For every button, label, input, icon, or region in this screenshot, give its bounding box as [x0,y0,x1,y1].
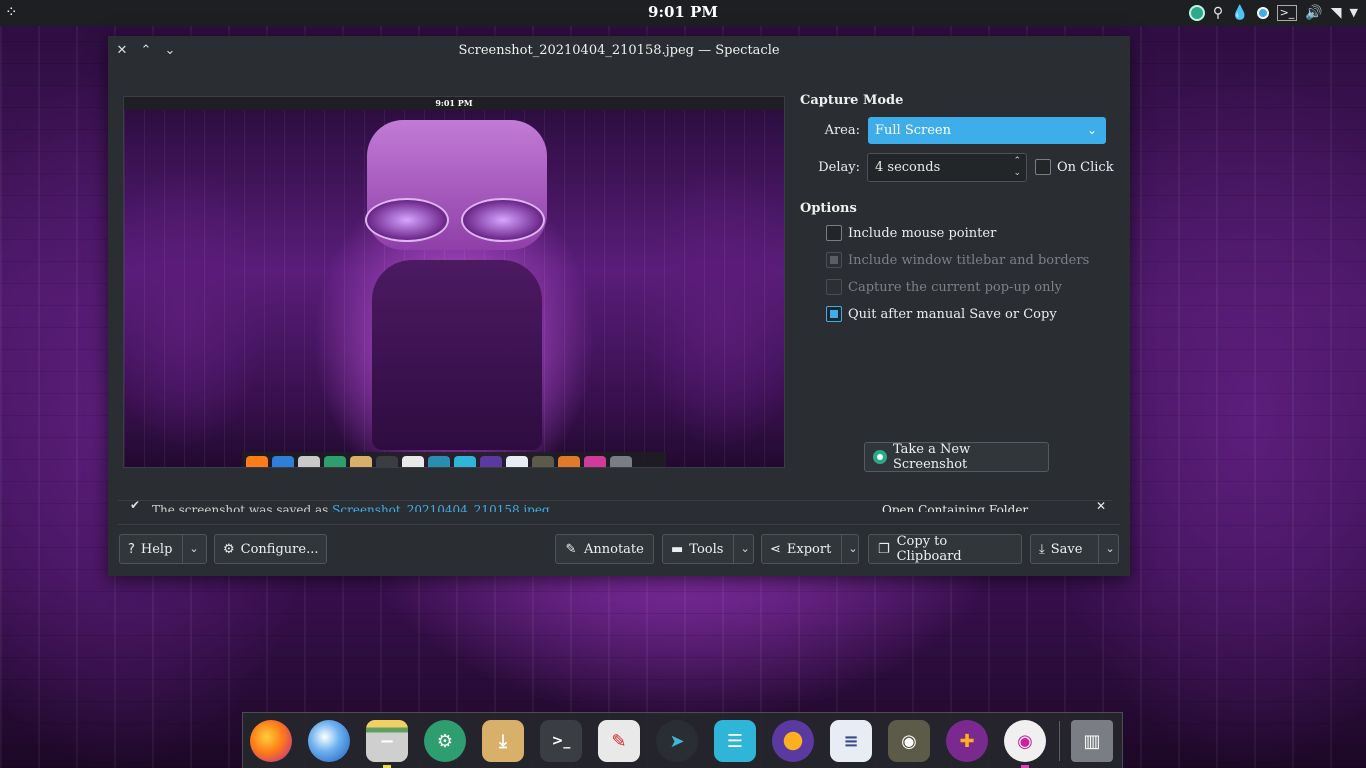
area-value: Full Screen [875,123,952,138]
terminal-icon[interactable]: >_ [1276,5,1298,21]
droplet-icon[interactable]: 💧 [1231,3,1248,23]
window-titlebar[interactable]: ✕ ⌃ ⌄ Screenshot_20210404_210158.jpeg — … [108,36,1130,66]
annotate-label: Annotate [584,541,644,557]
close-message-icon[interactable]: ✕ [1096,501,1106,512]
area-combobox[interactable]: Full Screen ⌄ [868,117,1106,144]
system-tray: ⚲ 💧 >_ 🔊 ◥ ▼ [1188,3,1358,23]
chevron-down-icon[interactable]: ⌄ [182,534,199,564]
add-plus-icon[interactable]: ✚ [946,720,988,762]
dock-separator [1059,721,1060,761]
tools-label: Tools [689,541,724,557]
top-panel: ⁘ 9:01 PM ⚲ 💧 >_ 🔊 ◥ ▼ [0,0,1366,26]
capture-mode-title: Capture Mode [800,93,904,108]
spectacle-icon [873,450,887,464]
gimp-icon[interactable]: ◉ [888,720,930,762]
preview-dock [242,452,666,467]
terminal-icon[interactable]: >_ [540,720,582,762]
figure-glasses [361,198,551,244]
copy-label: Copy to Clipboard [896,534,962,564]
configure-label: Configure... [240,541,319,557]
eye-icon[interactable]: ◉ [1004,720,1046,762]
quit-after-save-label[interactable]: Quit after manual Save or Copy [848,307,1057,322]
options-title: Options [800,201,857,216]
dock: − ⚙ ⤓ >_ ✎ ➤ ☰ ≡ ◉ ✚ ◉ ▥ [242,712,1123,768]
chevron-down-icon[interactable]: ⌄ [841,534,858,564]
spectacle-window: ✕ ⌃ ⌄ Screenshot_20210404_210158.jpeg — … [108,36,1130,576]
telegram-icon[interactable]: ➤ [656,720,698,762]
panel-menu-icon[interactable]: ▼ [1350,3,1358,23]
include-titlebar-label: Include window titlebar and borders [848,253,1090,268]
download-icon: ⤓ [1039,541,1045,557]
volume-icon[interactable]: 🔊 [1305,3,1322,23]
capture-popup-checkbox [826,279,842,295]
document-edit-icon[interactable]: ✎ [598,720,640,762]
tools-button[interactable]: ▬ Tools ⌄ [662,534,754,564]
delay-value: 4 seconds [875,160,941,175]
preview-clock: 9:01 PM [435,98,473,108]
include-titlebar-checkbox [826,252,842,268]
text-document-icon[interactable]: ≡ [830,720,872,762]
take-new-screenshot-label: Take a New Screenshot [893,442,971,472]
pencil-icon: ✎ [565,541,577,557]
chevron-down-icon[interactable]: ⌄ [733,534,750,564]
share-icon: ⋖ [770,541,781,557]
trash-icon[interactable]: ▥ [1071,720,1113,762]
toolbox-icon: ▬ [671,541,684,557]
chevron-down-icon[interactable]: ⌄ [1098,534,1115,564]
screenshot-preview[interactable]: 9:01 PM [123,96,785,468]
spin-arrows-icon[interactable]: ⌃ ⌄ [1013,155,1021,179]
spectacle-icon[interactable] [1188,5,1205,21]
figure-body [372,260,542,450]
take-new-screenshot-button[interactable]: Take a New Screenshot [864,442,1049,472]
delay-spinbox[interactable]: 4 seconds ⌃ ⌄ [867,153,1027,182]
panel-clock[interactable]: 9:01 PM [0,3,1366,21]
annotate-button[interactable]: ✎ Annotate [555,534,654,564]
window-title: Screenshot_20210404_210158.jpeg — Specta… [458,43,780,58]
help-icon: ? [128,541,135,557]
saved-message: ✔ The screenshot was saved as Screenshot… [118,500,1112,512]
save-button[interactable]: ⤓ Save ⌄ [1030,534,1119,564]
saved-file-link[interactable]: Screenshot_20210404_210158.jpeg [332,503,549,512]
checkmark-icon: ✔ [130,500,141,512]
include-mouse-pointer-label[interactable]: Include mouse pointer [848,226,996,241]
system-settings-icon[interactable]: ⚙ [424,720,466,762]
on-click-checkbox[interactable] [1035,159,1051,175]
chat-icon[interactable]: ☰ [714,720,756,762]
capture-popup-label: Capture the current pop-up only [848,280,1062,295]
chevron-down-icon: ⌄ [1086,123,1097,137]
help-button[interactable]: ? Help ⌄ [119,534,207,564]
open-containing-folder-button[interactable]: Open Containing Folder [882,503,1028,512]
delay-label: Delay: [818,160,860,175]
app-bird-icon[interactable] [772,720,814,762]
network-wifi-icon[interactable]: ◥ [1331,3,1342,23]
copy-icon: ❐ [877,541,890,557]
preview-panel: 9:01 PM [124,97,784,110]
area-label: Area: [824,123,860,138]
search-icon[interactable]: ⚲ [1213,3,1223,23]
export-label: Export [786,541,832,557]
on-click-label[interactable]: On Click [1057,160,1114,175]
include-mouse-pointer-checkbox[interactable] [826,225,842,241]
downloader-icon[interactable]: ⤓ [482,720,524,762]
preview-wallpaper [124,110,784,467]
file-manager-icon[interactable]: − [366,720,408,762]
divider [118,524,1120,525]
copy-to-clipboard-button[interactable]: ❐ Copy to Clipboard [868,534,1022,564]
help-label: Help [140,541,173,557]
gear-icon: ⚙ [223,541,235,557]
quit-after-save-checkbox[interactable] [826,306,842,322]
export-button[interactable]: ⋖ Export ⌄ [761,534,859,564]
status-circle-icon[interactable] [1256,7,1269,19]
configure-button[interactable]: ⚙ Configure... [214,534,327,564]
saved-message-text: The screenshot was saved as Screenshot_2… [152,503,550,512]
thunderbird-icon[interactable] [308,720,350,762]
firefox-icon[interactable] [250,720,292,762]
save-label: Save [1050,541,1083,557]
